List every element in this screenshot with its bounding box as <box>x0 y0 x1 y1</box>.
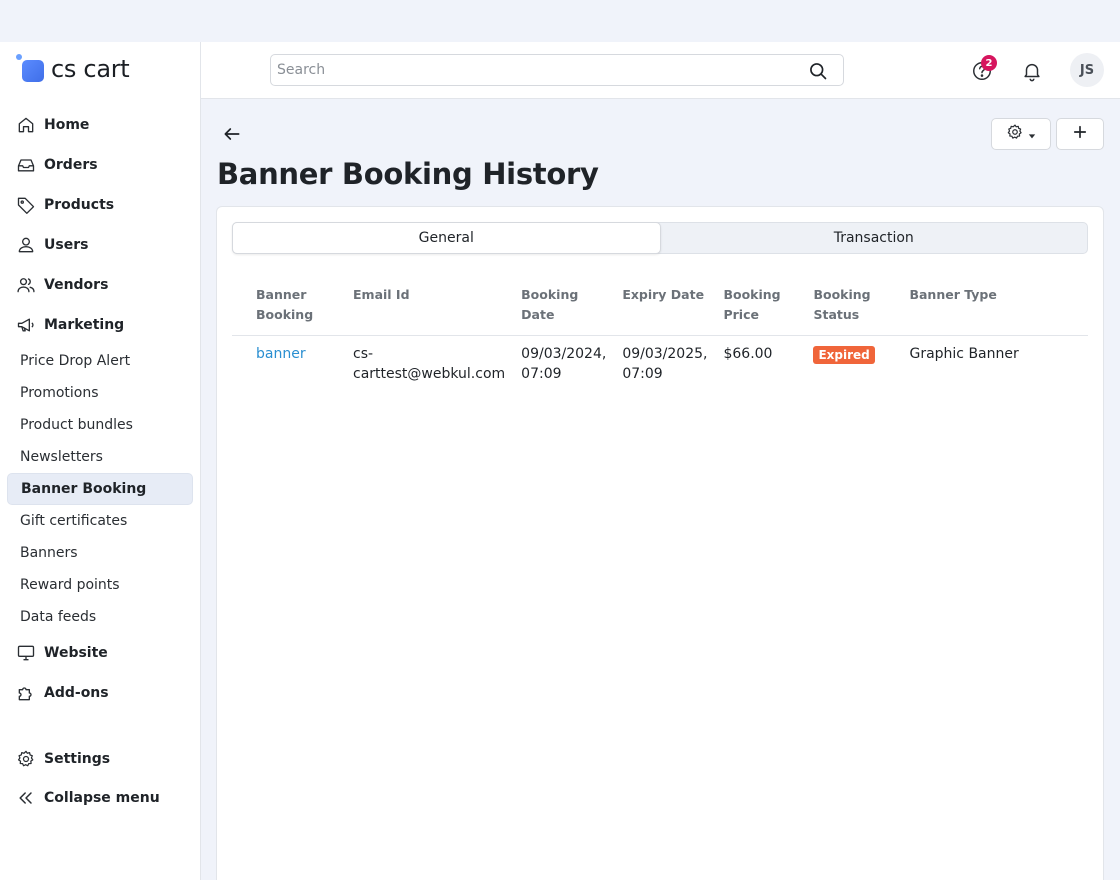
sidebar-item-label: Vendors <box>44 277 109 293</box>
cell-price: $66.00 <box>723 346 773 362</box>
sidebar-item-label: Marketing <box>44 317 125 333</box>
notification-count-badge: 2 <box>981 55 997 71</box>
table-row: banner cs-carttest@webkul.com 09/03/2024… <box>232 336 1088 393</box>
add-button[interactable] <box>1056 118 1104 150</box>
column-header-banner-booking[interactable]: Banner Booking <box>232 277 345 336</box>
sidebar-subitem-banners[interactable]: Banners <box>7 537 193 569</box>
sidebar-item-label: Products <box>44 197 115 213</box>
sidebar-item-label: Orders <box>44 157 98 173</box>
sidebar-item-marketing[interactable]: Marketing <box>7 305 193 345</box>
logo-text: cs cart <box>51 55 130 83</box>
sidebar-subitem-newsletters[interactable]: Newsletters <box>7 441 193 473</box>
notifications-button[interactable] <box>1021 60 1043 82</box>
logo-icon <box>16 54 46 84</box>
sidebar-item-orders[interactable]: Orders <box>7 145 193 185</box>
sidebar-item-label: Home <box>44 117 90 133</box>
search-box <box>270 54 844 86</box>
column-header-expiry-date[interactable]: Expiry Date <box>614 277 716 336</box>
sidebar-subitem-product-bundles[interactable]: Product bundles <box>7 409 193 441</box>
sidebar-item-settings[interactable]: Settings <box>7 739 193 778</box>
sidebar-subitem-data-feeds[interactable]: Data feeds <box>7 601 193 633</box>
top-strip <box>0 0 1120 42</box>
caret-down-icon <box>1028 125 1036 144</box>
bell-icon <box>1021 63 1043 86</box>
tag-icon <box>16 195 36 215</box>
sidebar-subitem-gift-certificates[interactable]: Gift certificates <box>7 505 193 537</box>
booking-history-table: Banner Booking Email Id Booking Date Exp… <box>232 277 1088 392</box>
column-header-banner-type[interactable]: Banner Type <box>901 277 1088 336</box>
search-input[interactable] <box>271 55 791 85</box>
gear-icon <box>1006 123 1024 145</box>
cell-status: Expired <box>805 336 901 393</box>
sidebar-item-home[interactable]: Home <box>7 105 193 145</box>
megaphone-icon <box>16 315 36 335</box>
tab-transaction[interactable]: Transaction <box>661 223 1088 253</box>
sidebar-subitem-banner-booking[interactable]: Banner Booking <box>7 473 193 505</box>
cell-email: cs-carttest@webkul.com <box>353 346 506 382</box>
avatar[interactable]: JS <box>1070 53 1104 87</box>
logo[interactable]: cs cart <box>16 54 130 84</box>
settings-dropdown-button[interactable] <box>991 118 1051 150</box>
column-header-booking-status[interactable]: Booking Status <box>805 277 902 336</box>
sidebar-item-collapse-menu[interactable]: Collapse menu <box>7 778 193 817</box>
sidebar-item-products[interactable]: Products <box>7 185 193 225</box>
sidebar-item-label: Add-ons <box>44 685 109 701</box>
sidebar-item-vendors[interactable]: Vendors <box>7 265 193 305</box>
double-chevron-left-icon <box>16 788 36 808</box>
sidebar-nav: Home Orders Products Users Vendors Marke… <box>7 105 193 713</box>
monitor-icon <box>16 643 36 663</box>
top-header: 2 JS <box>201 42 1120 99</box>
search-icon[interactable] <box>808 61 828 81</box>
page-title: Banner Booking History <box>217 157 599 191</box>
sidebar-item-label: Users <box>44 237 89 253</box>
sidebar-item-label: Collapse menu <box>44 789 160 806</box>
column-header-email-id[interactable]: Email Id <box>345 277 514 336</box>
sidebar-item-add-ons[interactable]: Add-ons <box>7 673 193 713</box>
sidebar-subitem-price-drop-alert[interactable]: Price Drop Alert <box>7 345 193 377</box>
inbox-icon <box>16 155 36 175</box>
content-card: General Transaction Banner Booking Email… <box>216 206 1104 880</box>
column-header-booking-date[interactable]: Booking Date <box>513 277 615 336</box>
puzzle-icon <box>16 683 36 703</box>
sidebar-subitem-promotions[interactable]: Promotions <box>7 377 193 409</box>
user-icon <box>16 235 36 255</box>
gear-icon <box>16 749 36 769</box>
sidebar-bottom-nav: Settings Collapse menu <box>7 739 193 817</box>
sidebar-subitem-reward-points[interactable]: Reward points <box>7 569 193 601</box>
banner-booking-link[interactable]: banner <box>256 346 306 362</box>
help-button[interactable]: 2 <box>971 55 997 82</box>
tab-bar: General Transaction <box>232 222 1088 254</box>
status-badge: Expired <box>813 346 875 364</box>
tab-general[interactable]: General <box>232 222 661 254</box>
cell-expiry-date: 09/03/2025, 07:09 <box>622 346 708 382</box>
users-icon <box>16 275 36 295</box>
column-header-booking-price[interactable]: Booking Price <box>715 277 806 336</box>
cell-banner-type: Graphic Banner <box>909 346 1019 362</box>
sidebar-item-website[interactable]: Website <box>7 633 193 673</box>
table-header-row: Banner Booking Email Id Booking Date Exp… <box>232 277 1088 336</box>
sidebar-item-label: Settings <box>44 750 111 767</box>
sidebar-item-label: Website <box>44 645 108 661</box>
sidebar-item-users[interactable]: Users <box>7 225 193 265</box>
cell-banner-booking: banner <box>232 336 345 393</box>
arrow-left-icon <box>222 128 242 148</box>
sidebar: cs cart Home Orders Products Users Vendo… <box>0 42 201 880</box>
home-icon <box>16 115 36 135</box>
plus-icon <box>1071 123 1089 145</box>
back-button[interactable] <box>222 124 242 144</box>
cell-booking-date: 09/03/2024, 07:09 <box>521 346 607 382</box>
